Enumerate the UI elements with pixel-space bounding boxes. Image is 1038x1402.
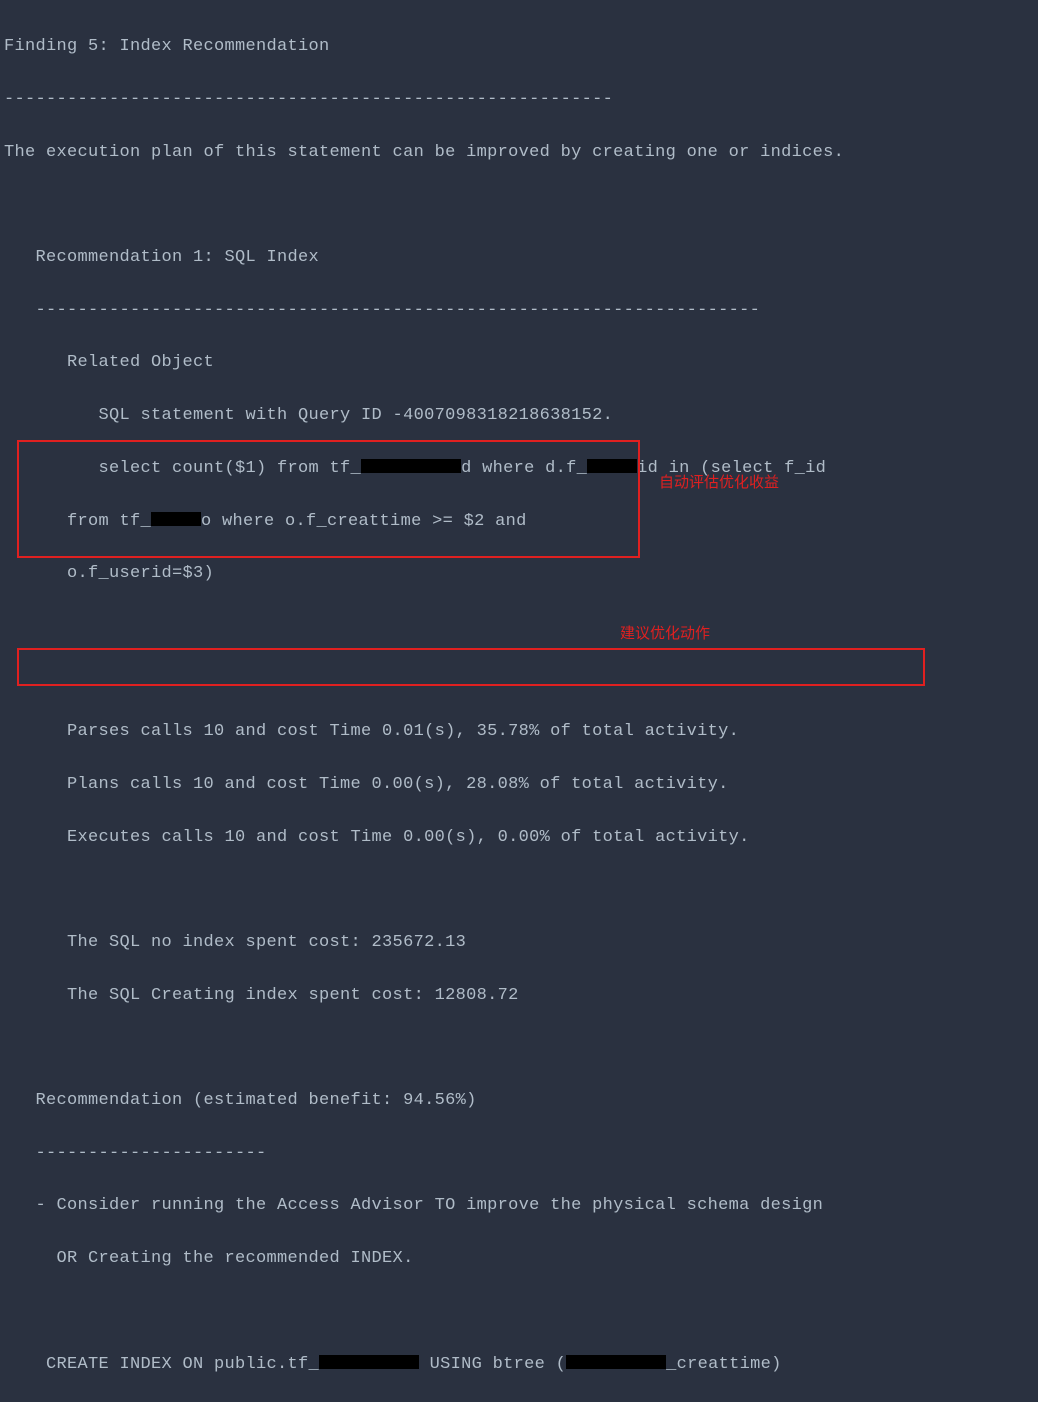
- plans-stats: Plans calls 10 and cost Time 0.00(s), 28…: [4, 772, 1034, 798]
- sql-line-3: o.f_userid=$3): [4, 561, 1034, 587]
- sql-line-2: from tf_o where o.f_creattime >= $2 and: [4, 509, 1034, 535]
- annotation-action-label: 建议优化动作: [620, 622, 710, 645]
- redacted-text: [587, 459, 637, 473]
- related-object-label: Related Object: [4, 350, 1034, 376]
- blank-line: [4, 667, 1034, 693]
- create-index-statement: CREATE INDEX ON public.tf_ USING btree (…: [4, 1352, 1034, 1378]
- cost-with-index: The SQL Creating index spent cost: 12808…: [4, 983, 1034, 1009]
- blank-line: [4, 614, 1034, 640]
- finding-title: Finding 5: Index Recommendation: [4, 34, 1034, 60]
- recommendation-title: Recommendation 1: SQL Index: [4, 245, 1034, 271]
- cost-no-index: The SQL no index spent cost: 235672.13: [4, 930, 1034, 956]
- blank-line: [4, 877, 1034, 903]
- parses-stats: Parses calls 10 and cost Time 0.01(s), 3…: [4, 719, 1034, 745]
- redacted-text: [151, 512, 201, 526]
- terminal-output: Finding 5: Index Recommendation --------…: [4, 8, 1034, 1402]
- sql-query-id: SQL statement with Query ID -40070983182…: [4, 403, 1034, 429]
- advice-line-1: - Consider running the Access Advisor TO…: [4, 1193, 1034, 1219]
- blank-line: [4, 192, 1034, 218]
- redacted-text: [319, 1355, 419, 1369]
- finding-description: The execution plan of this statement can…: [4, 140, 1034, 166]
- separator-3: ----------------------: [4, 1141, 1034, 1167]
- blank-line: [4, 1299, 1034, 1325]
- blank-line: [4, 1035, 1034, 1061]
- redacted-text: [361, 459, 461, 473]
- annotation-benefit-label: 自动评估优化收益: [659, 471, 779, 494]
- executes-stats: Executes calls 10 and cost Time 0.00(s),…: [4, 825, 1034, 851]
- separator-1: ----------------------------------------…: [4, 87, 1034, 113]
- advice-line-2: OR Creating the recommended INDEX.: [4, 1246, 1034, 1272]
- redacted-text: [566, 1355, 666, 1369]
- separator-2: ----------------------------------------…: [4, 298, 1034, 324]
- sql-line-1: select count($1) from tf_d where d.f_id …: [4, 456, 1034, 482]
- recommendation-benefit: Recommendation (estimated benefit: 94.56…: [4, 1088, 1034, 1114]
